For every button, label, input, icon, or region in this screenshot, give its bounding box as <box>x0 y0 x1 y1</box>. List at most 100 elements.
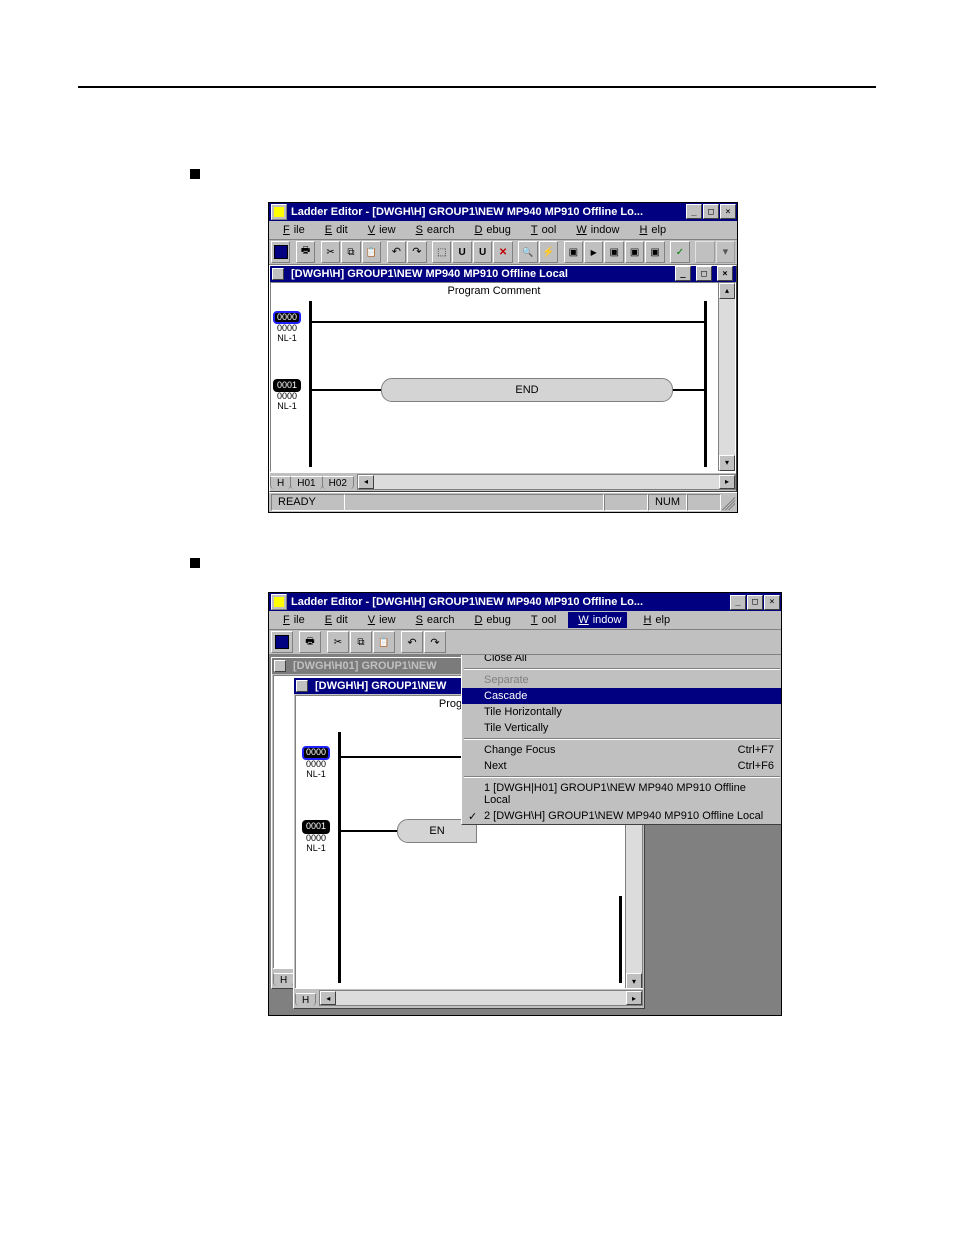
horizontal-scrollbar[interactable]: ◂ ▸ <box>319 990 643 1006</box>
inner-close-button[interactable]: × <box>717 266 733 281</box>
rung1-label[interactable]: 0001 0000 NL-1 <box>273 379 301 413</box>
undo-icon[interactable] <box>401 631 423 653</box>
scroll-right-icon[interactable]: ▸ <box>719 475 735 489</box>
element-u2-icon[interactable] <box>473 241 492 263</box>
overflow-icon[interactable]: ▾ <box>716 241 735 263</box>
mdi-sys-icon[interactable] <box>296 680 308 692</box>
menu-debug[interactable]: Debug <box>466 612 514 628</box>
menu-tool[interactable]: Tool <box>523 222 560 238</box>
close-button[interactable]: × <box>764 595 780 610</box>
box2-icon[interactable] <box>604 241 623 263</box>
menu-search[interactable]: Search <box>408 612 459 628</box>
inner-minimize-button[interactable]: _ <box>675 266 691 281</box>
inner-maximize-button[interactable]: □ <box>696 266 712 281</box>
child2-tab-h[interactable]: H <box>295 993 316 1006</box>
vertical-scrollbar[interactable]: ▴ ▾ <box>718 283 735 471</box>
delete-icon[interactable] <box>493 241 512 263</box>
outer-titlebar[interactable]: Ladder Editor - [DWGH\H] GROUP1\NEW MP94… <box>269 593 781 611</box>
maximize-button[interactable]: □ <box>703 204 719 219</box>
child1-titlebar[interactable]: [DWGH\H01] GROUP1\NEW <box>272 658 468 674</box>
print-icon[interactable] <box>296 241 315 263</box>
menu-item[interactable]: NextCtrl+F6 <box>462 758 781 774</box>
box4-icon[interactable] <box>645 241 664 263</box>
element-u1-icon[interactable] <box>452 241 471 263</box>
rung0-label[interactable]: 0000 0000 NL-1 <box>302 746 330 780</box>
end-block[interactable]: END <box>381 378 673 402</box>
menu-debug[interactable]: Debug <box>466 222 514 238</box>
scroll-down-icon[interactable]: ▾ <box>626 973 642 989</box>
horizontal-scrollbar[interactable]: ◂ ▸ <box>357 474 736 490</box>
child1-tab-h[interactable]: H <box>273 973 294 986</box>
menu-file[interactable]: File <box>275 222 309 238</box>
box3-icon[interactable] <box>625 241 644 263</box>
paste-icon[interactable] <box>362 241 381 263</box>
menu-help[interactable]: Help <box>635 612 674 628</box>
menu-item-shortcut: Ctrl+F6 <box>738 760 774 772</box>
menu-file[interactable]: File <box>275 612 309 628</box>
outer-titlebar[interactable]: Ladder Editor - [DWGH\H] GROUP1\NEW MP94… <box>269 203 737 221</box>
scroll-right-icon[interactable]: ▸ <box>626 991 642 1005</box>
flash-icon[interactable] <box>539 241 558 263</box>
rung0-label[interactable]: 0000 0000 NL-1 <box>273 311 301 345</box>
scroll-down-icon[interactable]: ▾ <box>719 455 735 471</box>
inner-window: [DWGH\H] GROUP1\NEW MP940 MP910 Offline … <box>269 265 737 492</box>
screenshot2-window: Ladder Editor - [DWGH\H] GROUP1\NEW MP94… <box>268 592 782 1016</box>
menu-edit[interactable]: Edit <box>317 612 352 628</box>
print-icon[interactable] <box>299 631 321 653</box>
outer-title: Ladder Editor - [DWGH\H] GROUP1\NEW MP94… <box>291 596 643 608</box>
menu-window[interactable]: Window <box>568 222 623 238</box>
redo-icon[interactable] <box>407 241 426 263</box>
undo-icon[interactable] <box>387 241 406 263</box>
play-icon[interactable] <box>584 241 603 263</box>
tab-h01[interactable]: H01 <box>290 476 322 489</box>
maximize-button[interactable]: □ <box>747 595 763 610</box>
save-icon[interactable] <box>271 241 290 263</box>
copy-icon[interactable] <box>341 241 360 263</box>
minimize-button[interactable]: _ <box>730 595 746 610</box>
menu-item[interactable]: 1 [DWGH|H01] GROUP1\NEW MP940 MP910 Offl… <box>462 780 781 808</box>
cut-icon[interactable] <box>321 241 340 263</box>
box1-icon[interactable] <box>564 241 583 263</box>
tab-h02[interactable]: H02 <box>322 476 354 489</box>
resize-grip-icon[interactable] <box>721 495 735 510</box>
menu-item[interactable]: Tile Horizontally <box>462 704 781 720</box>
rung1-label[interactable]: 0001 0000 NL-1 <box>302 820 330 854</box>
tab-h[interactable]: H <box>270 476 291 489</box>
menu-item[interactable]: Tile Vertically <box>462 720 781 736</box>
inner-title-text: [DWGH\H] GROUP1\NEW MP940 MP910 Offline … <box>291 268 568 280</box>
scroll-up-icon[interactable]: ▴ <box>719 283 735 299</box>
menu-search[interactable]: Search <box>408 222 459 238</box>
save-icon[interactable] <box>271 631 293 653</box>
mdi-sys-icon[interactable] <box>272 268 284 280</box>
page-divider <box>78 86 876 88</box>
close-button[interactable]: × <box>720 204 736 219</box>
ladder-canvas[interactable]: Program Comment ▴ ▾ 0000 0000 NL-1 <box>270 282 736 472</box>
scroll-left-icon[interactable]: ◂ <box>358 475 374 489</box>
menu-item-label: Tile Horizontally <box>484 706 562 718</box>
cut-icon[interactable] <box>327 631 349 653</box>
menu-view[interactable]: View <box>360 222 400 238</box>
mdi-sys-icon[interactable] <box>274 660 286 672</box>
menu-item[interactable]: Cascade <box>462 688 781 704</box>
menu-item[interactable]: 2 [DWGH\H] GROUP1\NEW MP940 MP910 Offlin… <box>462 808 781 824</box>
menu-view[interactable]: View <box>360 612 400 628</box>
find-icon[interactable] <box>518 241 537 263</box>
status-scrl <box>687 494 721 511</box>
copy-icon[interactable] <box>350 631 372 653</box>
rung1-line-right <box>673 389 706 391</box>
menu-help[interactable]: Help <box>631 222 670 238</box>
inner-titlebar[interactable]: [DWGH\H] GROUP1\NEW MP940 MP910 Offline … <box>270 266 736 282</box>
menu-item[interactable]: Close All <box>462 655 781 666</box>
pointer-icon[interactable] <box>432 241 451 263</box>
paste-icon[interactable] <box>373 631 395 653</box>
app-icon <box>271 594 287 610</box>
menu-item[interactable]: Change FocusCtrl+F7 <box>462 742 781 758</box>
menu-edit[interactable]: Edit <box>317 222 352 238</box>
app-icon <box>271 204 287 220</box>
redo-icon[interactable] <box>424 631 446 653</box>
scroll-left-icon[interactable]: ◂ <box>320 991 336 1005</box>
minimize-button[interactable]: _ <box>686 204 702 219</box>
check-icon[interactable] <box>670 241 689 263</box>
menu-window-open[interactable]: Window <box>568 612 627 628</box>
menu-tool[interactable]: Tool <box>523 612 560 628</box>
